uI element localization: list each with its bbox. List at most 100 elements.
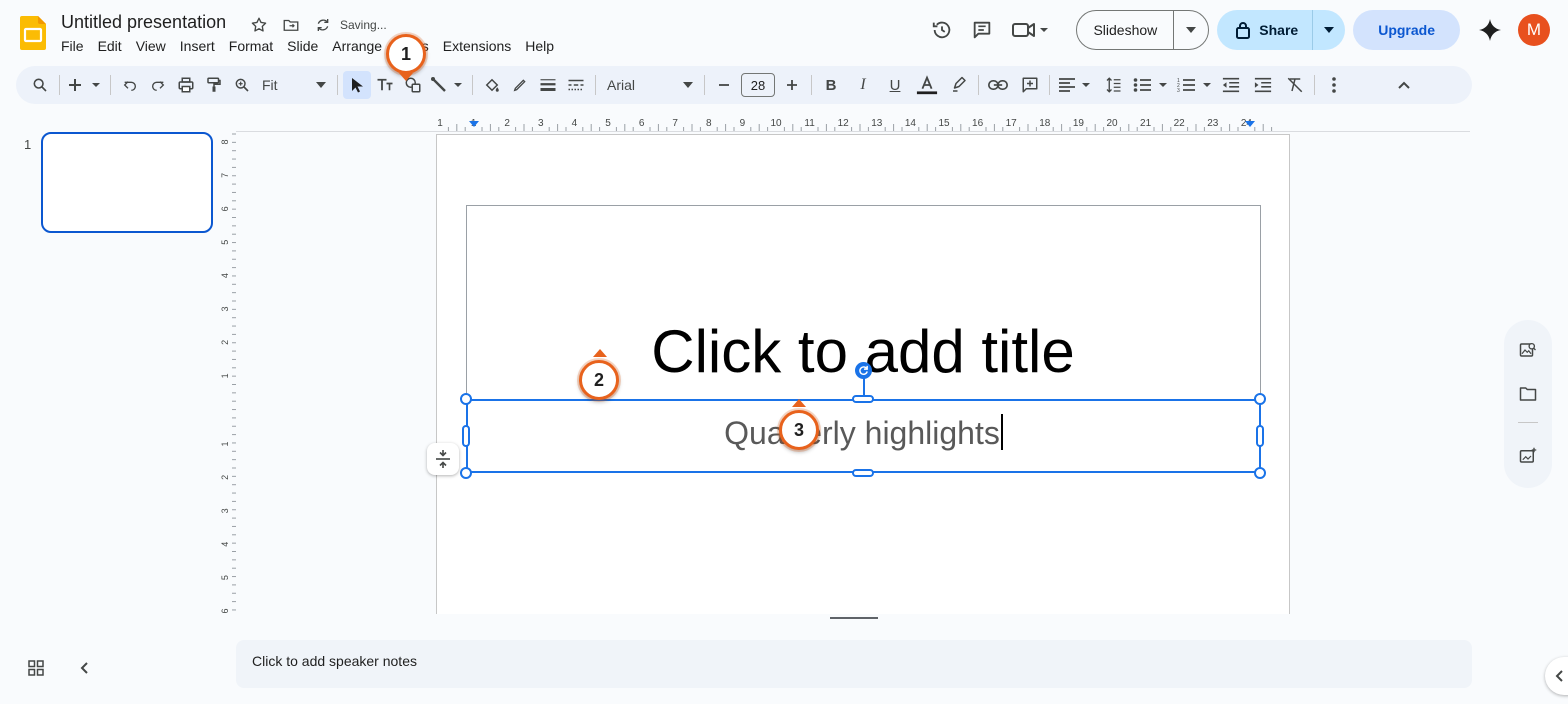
menu-format[interactable]: Format bbox=[222, 37, 280, 55]
font-select[interactable]: Arial bbox=[601, 71, 699, 99]
ruler-label: 8 bbox=[220, 139, 230, 144]
menu-help[interactable]: Help bbox=[518, 37, 561, 55]
italic-icon[interactable]: I bbox=[849, 71, 877, 99]
subtitle-text[interactable]: Quarterly highlights bbox=[468, 413, 1259, 453]
line-spacing-icon[interactable] bbox=[1099, 71, 1127, 99]
gemini-sparkle-icon[interactable] bbox=[1472, 12, 1508, 48]
numbered-list-button[interactable]: 123 bbox=[1175, 71, 1215, 99]
subtitle-text-content: Quarterly highlights bbox=[724, 415, 1000, 451]
menu-slide[interactable]: Slide bbox=[280, 37, 325, 55]
select-tool-icon[interactable] bbox=[343, 71, 371, 99]
comments-icon[interactable] bbox=[962, 10, 1002, 50]
slide-thumbnail[interactable] bbox=[41, 132, 213, 233]
border-weight-icon[interactable] bbox=[534, 71, 562, 99]
increase-font-size-icon[interactable] bbox=[778, 71, 806, 99]
zoom-select[interactable]: Fit bbox=[256, 71, 332, 99]
subtitle-textbox[interactable]: Quarterly highlights bbox=[466, 399, 1261, 473]
menu-file[interactable]: File bbox=[54, 37, 91, 55]
decrease-font-size-icon[interactable] bbox=[710, 71, 738, 99]
more-options-icon[interactable] bbox=[1320, 71, 1348, 99]
paint-format-icon[interactable] bbox=[200, 71, 228, 99]
resize-handle-top-left[interactable] bbox=[460, 393, 472, 405]
chevron-down-icon bbox=[1186, 27, 1197, 33]
line-tool-button[interactable] bbox=[427, 71, 467, 99]
folder-icon[interactable] bbox=[1516, 382, 1540, 406]
toolbar-divider bbox=[978, 75, 979, 95]
rotate-handle-icon[interactable] bbox=[855, 362, 872, 379]
print-icon[interactable] bbox=[172, 71, 200, 99]
highlight-color-icon[interactable] bbox=[945, 71, 973, 99]
insert-link-icon[interactable] bbox=[984, 71, 1012, 99]
version-history-icon[interactable] bbox=[922, 10, 962, 50]
expand-side-panel-button[interactable] bbox=[1545, 657, 1568, 695]
bold-icon[interactable]: B bbox=[817, 71, 845, 99]
resize-handle-right[interactable] bbox=[1256, 425, 1264, 447]
step-marker-3: 3 bbox=[779, 410, 819, 450]
zoom-icon[interactable] bbox=[228, 71, 256, 99]
text-color-icon[interactable] bbox=[913, 71, 941, 99]
menu-arrange[interactable]: Arrange bbox=[325, 37, 389, 55]
horizontal-ruler[interactable]: 1123456789101112131415161718192021222324 bbox=[436, 116, 1290, 132]
menu-edit[interactable]: Edit bbox=[91, 37, 129, 55]
new-slide-button[interactable] bbox=[65, 71, 105, 99]
decrease-indent-icon[interactable] bbox=[1217, 71, 1245, 99]
fill-color-icon[interactable] bbox=[478, 71, 506, 99]
slideshow-dropdown-button[interactable] bbox=[1174, 11, 1208, 49]
add-comment-icon[interactable] bbox=[1016, 71, 1044, 99]
font-size-input[interactable]: 28 bbox=[741, 73, 775, 97]
menu-extensions[interactable]: Extensions bbox=[436, 37, 518, 55]
align-button[interactable] bbox=[1055, 71, 1095, 99]
share-dropdown-button[interactable] bbox=[1313, 10, 1345, 50]
underline-icon[interactable]: U bbox=[881, 71, 909, 99]
search-menus-icon[interactable] bbox=[26, 71, 54, 99]
star-icon[interactable] bbox=[248, 14, 270, 36]
ruler-label: 20 bbox=[1106, 118, 1118, 129]
border-dash-icon[interactable] bbox=[562, 71, 590, 99]
menu-view[interactable]: View bbox=[129, 37, 173, 55]
ruler-label: 8 bbox=[706, 118, 712, 129]
toolbar-divider bbox=[110, 75, 111, 95]
slides-logo-icon[interactable] bbox=[20, 16, 46, 50]
increase-indent-icon[interactable] bbox=[1249, 71, 1277, 99]
ruler-label: 4 bbox=[220, 273, 230, 278]
meet-icon[interactable] bbox=[1002, 10, 1058, 50]
add-to-slides-icon[interactable] bbox=[1516, 444, 1540, 468]
chevron-down-icon bbox=[683, 82, 693, 88]
svg-text:3: 3 bbox=[1177, 88, 1180, 93]
vertical-ruler[interactable]: 8 7 6 5 4 3 2 1 1 2 3 4 5 6 bbox=[220, 132, 236, 614]
undo-icon[interactable] bbox=[116, 71, 144, 99]
document-title[interactable]: Untitled presentation bbox=[61, 12, 226, 33]
collapse-toolbar-icon[interactable] bbox=[1390, 71, 1418, 99]
resize-handle-bottom-left[interactable] bbox=[460, 467, 472, 479]
upgrade-button[interactable]: Upgrade bbox=[1353, 10, 1460, 50]
title-actions: Saving... bbox=[248, 14, 387, 36]
menu-insert[interactable]: Insert bbox=[173, 37, 222, 55]
resize-handle-left[interactable] bbox=[462, 425, 470, 447]
ruler-label: 7 bbox=[220, 173, 230, 178]
bulleted-list-button[interactable] bbox=[1131, 71, 1171, 99]
notes-resize-handle[interactable] bbox=[830, 617, 878, 619]
resize-handle-top[interactable] bbox=[852, 395, 874, 403]
image-search-icon[interactable] bbox=[1516, 338, 1540, 362]
slide-canvas[interactable]: Click to add title Quarterly highlights bbox=[436, 134, 1290, 614]
autofit-options-icon[interactable] bbox=[427, 443, 459, 475]
ruler-label: 3 bbox=[538, 118, 544, 129]
border-color-icon[interactable] bbox=[506, 71, 534, 99]
account-avatar[interactable]: M bbox=[1518, 14, 1550, 46]
ruler-label: 13 bbox=[871, 118, 883, 129]
speaker-notes[interactable]: Click to add speaker notes bbox=[236, 640, 1472, 688]
clear-formatting-icon[interactable] bbox=[1281, 71, 1309, 99]
toolbar-divider bbox=[811, 75, 812, 95]
resize-handle-bottom-right[interactable] bbox=[1254, 467, 1266, 479]
text-box-icon[interactable] bbox=[371, 71, 399, 99]
share-button[interactable]: Share bbox=[1217, 10, 1314, 50]
slideshow-button[interactable]: Slideshow bbox=[1077, 11, 1175, 49]
ruler-label: 18 bbox=[1039, 118, 1051, 129]
collapse-filmstrip-icon[interactable] bbox=[72, 656, 96, 680]
share-button-group: Share bbox=[1217, 10, 1346, 50]
grid-view-icon[interactable] bbox=[24, 656, 48, 680]
move-folder-icon[interactable] bbox=[280, 14, 302, 36]
redo-icon[interactable] bbox=[144, 71, 172, 99]
resize-handle-bottom[interactable] bbox=[852, 469, 874, 477]
resize-handle-top-right[interactable] bbox=[1254, 393, 1266, 405]
